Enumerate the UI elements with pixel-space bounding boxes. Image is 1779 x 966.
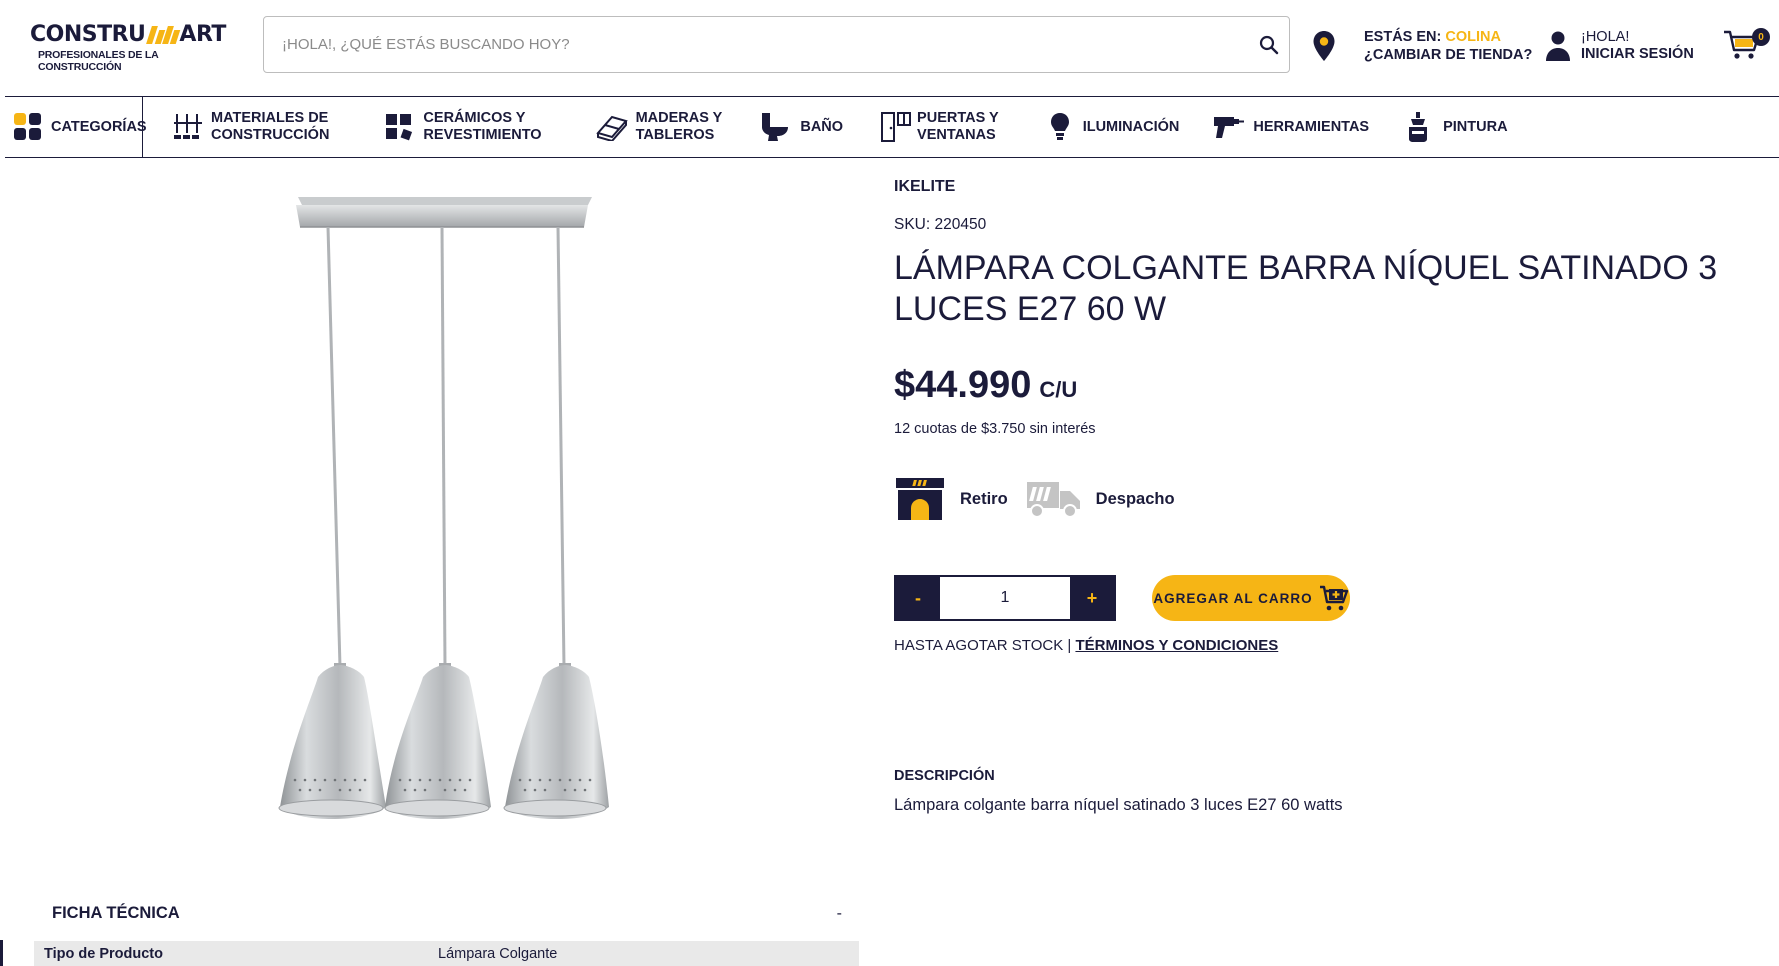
logo-wordmark: CONSTRU ART <box>30 22 230 47</box>
nav-ceramicos-label: CERÁMICOS Y REVESTIMIENTO <box>423 110 542 143</box>
nav-materiales[interactable]: MATERIALES DE CONSTRUCCIÓN <box>173 97 329 157</box>
nav-pintura[interactable]: PINTURA <box>1407 97 1508 157</box>
search-button[interactable] <box>1249 25 1289 65</box>
nav-categories[interactable]: CATEGORÍAS <box>5 97 147 157</box>
nav-ceramicos[interactable]: CERÁMICOS Y REVESTIMIENTO <box>385 97 542 157</box>
login-greeting: ¡HOLA! <box>1581 29 1630 45</box>
search-bar <box>263 16 1290 73</box>
table-row: Tipo de Producto Lámpara Colgante <box>34 941 859 966</box>
delivery-truck-icon <box>1026 482 1080 518</box>
pickup-label: Retiro <box>960 489 1008 508</box>
paint-icon <box>1409 112 1428 142</box>
login-text: ¡HOLA! INICIAR SESIÓN <box>1581 29 1694 63</box>
collapse-icon[interactable]: - <box>837 905 842 923</box>
product-title: LÁMPARA COLGANTE BARRA NÍQUEL SATINADO 3… <box>894 249 1718 328</box>
quantity-increase-button[interactable]: + <box>1070 577 1114 619</box>
change-store-link[interactable]: ¿CAMBIAR DE TIENDA? <box>1364 46 1532 64</box>
construmart-logo[interactable]: CONSTRU ART PROFESIONALES DE LA CONSTRUC… <box>30 22 230 73</box>
store-selector[interactable]: ESTÁS EN: COLINA ¿CAMBIAR DE TIENDA? <box>1312 24 1542 68</box>
login-button[interactable]: ¡HOLA! INICIAR SESIÓN <box>1545 24 1695 68</box>
description-heading: DESCRIPCIÓN <box>894 768 995 784</box>
logo-m-mark <box>146 25 181 44</box>
door-icon <box>881 112 912 142</box>
nav-categories-label: CATEGORÍAS <box>51 118 147 135</box>
scroll-edge-marker <box>0 940 3 966</box>
product-price: $44.990 <box>894 364 1032 406</box>
add-to-cart-button[interactable]: AGREGAR AL CARRO <box>1152 575 1350 621</box>
delivery-label: Despacho <box>1095 489 1175 508</box>
search-icon <box>1259 35 1279 54</box>
delivery-option[interactable]: Despacho <box>1026 479 1175 519</box>
product-image[interactable] <box>100 175 780 855</box>
location-pin-icon <box>1313 31 1335 61</box>
cart-plus-icon <box>1319 585 1348 611</box>
store-pickup-icon <box>896 478 944 520</box>
grid-icon <box>14 113 41 140</box>
price-unit: C/U <box>1039 377 1078 402</box>
login-label: INICIAR SESIÓN <box>1581 46 1694 62</box>
store-prefix: ESTÁS EN: <box>1364 29 1446 45</box>
drill-icon <box>1214 117 1245 138</box>
toilet-icon <box>762 113 789 141</box>
ficha-tecnica-toggle[interactable]: FICHA TÉCNICA - <box>52 904 842 923</box>
spec-key: Tipo de Producto <box>44 945 163 962</box>
nav-herramientas-label: HERRAMIENTAS <box>1253 118 1370 135</box>
site-header: CONSTRU ART PROFESIONALES DE LA CONSTRUC… <box>0 0 1779 96</box>
nav-pintura-label: PINTURA <box>1443 118 1508 135</box>
delivery-options: Retiro Despacho <box>894 475 1774 523</box>
pendant-lamp-illustration <box>278 197 609 819</box>
spec-value: Lámpara Colgante <box>438 945 558 962</box>
add-to-cart-label: AGREGAR AL CARRO <box>1153 590 1313 606</box>
quantity-input[interactable] <box>940 577 1070 619</box>
cart-button[interactable]: 0 <box>1722 26 1779 66</box>
nav-iluminacion-label: ILUMINACIÓN <box>1082 118 1180 135</box>
terms-link[interactable]: TÉRMINOS Y CONDICIONES <box>1075 637 1278 654</box>
cart-count-badge: 0 <box>1752 28 1770 46</box>
search-input[interactable] <box>264 17 1249 72</box>
buy-row: - + AGREGAR AL CARRO <box>894 575 1774 621</box>
stock-notice: HASTA AGOTAR STOCK | TÉRMINOS Y CONDICIO… <box>894 637 1774 654</box>
nav-maderas-label: MADERAS Y TABLEROS <box>635 110 723 143</box>
nav-iluminacion[interactable]: ILUMINACIÓN <box>1049 97 1180 157</box>
tiles-icon <box>386 114 413 141</box>
nav-puertas-label: PUERTAS Y VENTANAS <box>917 110 999 143</box>
nav-maderas[interactable]: MADERAS Y TABLEROS <box>595 97 723 157</box>
nav-materiales-label: MATERIALES DE CONSTRUCCIÓN <box>211 110 330 143</box>
pickup-option[interactable]: Retiro <box>894 476 1008 522</box>
product-info: IKELITE SKU: 220450 LÁMPARA COLGANTE BAR… <box>894 178 1774 815</box>
bricks-icon <box>174 114 202 139</box>
bulb-icon <box>1050 113 1069 140</box>
product-brand[interactable]: IKELITE <box>894 178 1774 196</box>
nav-puertas[interactable]: PUERTAS Y VENTANAS <box>881 97 999 157</box>
quantity-decrease-button[interactable]: - <box>896 577 940 619</box>
quantity-stepper: - + <box>894 575 1116 621</box>
installments-text: 12 cuotas de $3.750 sin interés <box>894 421 1096 437</box>
description-text: Lámpara colgante barra níquel satinado 3… <box>894 796 1343 814</box>
store-name: COLINA <box>1445 29 1501 45</box>
price-row: $44.990 C/U <box>894 364 1774 407</box>
logo-tagline: PROFESIONALES DE LA CONSTRUCCIÓN <box>38 49 159 73</box>
wood-icon <box>595 115 628 141</box>
logo-text-right: ART <box>179 22 226 47</box>
user-icon <box>1546 31 1570 61</box>
category-nav: CATEGORÍAS MATERIALES DE CONSTRUCCIÓN CER… <box>5 96 1779 158</box>
product-sku: SKU: 220450 <box>894 216 987 233</box>
stock-text: HASTA AGOTAR STOCK | <box>894 637 1076 654</box>
nav-herramientas[interactable]: HERRAMIENTAS <box>1213 97 1369 157</box>
store-text: ESTÁS EN: COLINA ¿CAMBIAR DE TIENDA? <box>1364 28 1532 64</box>
nav-bano[interactable]: BAÑO <box>760 97 843 157</box>
ficha-tecnica-heading: FICHA TÉCNICA <box>52 904 180 922</box>
logo-text-left: CONSTRU <box>30 22 146 47</box>
nav-bano-label: BAÑO <box>800 118 844 135</box>
